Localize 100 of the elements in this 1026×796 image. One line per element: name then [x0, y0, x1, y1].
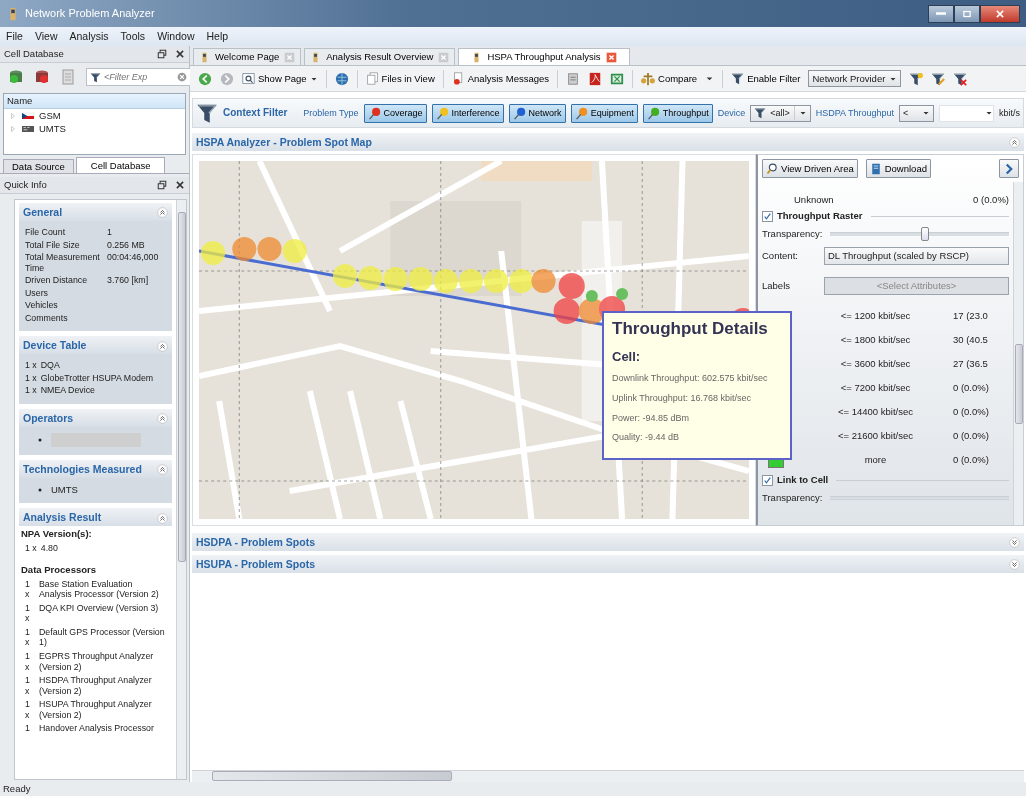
- expand-panel-button[interactable]: [999, 159, 1019, 178]
- processor-name: HSUPA Throughput Analyzer (Version 2): [39, 699, 153, 721]
- legend-label: <= 3600 kbit/sec: [840, 358, 911, 370]
- field-label: Transparency:: [762, 228, 823, 240]
- field-label: Total Measurement Time: [25, 252, 101, 274]
- layer-label: Unknown: [794, 194, 834, 206]
- filter-edit-icon[interactable]: [931, 71, 946, 86]
- field-label: Users: [25, 287, 49, 299]
- pdf-icon[interactable]: [588, 71, 603, 86]
- minimize-button[interactable]: [928, 4, 954, 23]
- count-text: 0 (0.0%): [953, 430, 990, 442]
- scrollbar[interactable]: [192, 770, 1024, 782]
- toggle-button[interactable]: Interference: [431, 103, 504, 123]
- collapse-icon[interactable]: [157, 413, 168, 425]
- toggle-button[interactable]: Network: [508, 103, 566, 123]
- enable-filter-button[interactable]: Enable Filter: [731, 72, 801, 85]
- database-add-icon[interactable]: [8, 69, 24, 85]
- collapse-icon[interactable]: [157, 207, 168, 219]
- spreadsheet-icon[interactable]: [610, 71, 625, 86]
- count-label: 1 x: [25, 360, 37, 371]
- funnel-icon: [754, 107, 767, 119]
- toggle-button[interactable]: Coverage: [363, 103, 427, 123]
- close-button[interactable]: [980, 4, 1020, 23]
- field-label: Content:: [762, 250, 798, 262]
- files-in-view-button[interactable]: Files in View: [365, 72, 435, 85]
- minimize-icon: [936, 12, 946, 15]
- dropdown-arrow-icon[interactable]: [705, 74, 715, 83]
- tab[interactable]: Welcome Page: [193, 48, 302, 65]
- app-icon: [199, 50, 210, 64]
- compare-button[interactable]: Compare: [641, 71, 698, 86]
- close-icon[interactable]: [175, 180, 185, 190]
- expand-icon[interactable]: [1009, 559, 1020, 571]
- legend-label: <= 21600 kbit/sec: [838, 430, 913, 442]
- collapse-icon[interactable]: [1009, 137, 1020, 149]
- toggle-button[interactable]: Throughput: [642, 103, 713, 123]
- show-page-button[interactable]: Show Page: [242, 72, 318, 85]
- magnifier-icon: [242, 72, 255, 85]
- expand-icon[interactable]: [1009, 537, 1020, 549]
- count-text: 0 (0.0%): [953, 406, 990, 418]
- tooltip-text: Quality: -9.44 dB: [612, 432, 681, 444]
- clear-icon[interactable]: [177, 72, 187, 82]
- count-label: 1 x: [25, 626, 31, 648]
- collapse-icon[interactable]: [157, 464, 168, 476]
- menu-item[interactable]: Window: [157, 30, 195, 43]
- scrollbar[interactable]: [176, 200, 186, 779]
- close-icon[interactable]: [175, 49, 185, 59]
- back-icon[interactable]: [198, 71, 212, 86]
- maximize-button[interactable]: [954, 4, 980, 23]
- globe-icon[interactable]: [334, 71, 349, 86]
- view-driven-area-button[interactable]: View Driven Area: [762, 159, 858, 178]
- collapse-icon[interactable]: [157, 512, 168, 524]
- analysis-messages-button[interactable]: Analysis Messages: [451, 72, 550, 85]
- menu-item[interactable]: View: [34, 30, 58, 43]
- tab-close-icon[interactable]: [605, 51, 617, 63]
- menu-item[interactable]: Help: [206, 30, 229, 43]
- toggle-button[interactable]: Equipment: [570, 103, 638, 123]
- filter-field[interactable]: <Filter Exp: [86, 68, 191, 86]
- field-label: Transparency:: [762, 492, 823, 504]
- legend-label: <= 1200 kbit/sec: [840, 310, 911, 322]
- tab[interactable]: Data Source: [3, 158, 74, 173]
- checkbox[interactable]: [762, 210, 773, 222]
- filter-add-icon[interactable]: [909, 71, 924, 86]
- tab[interactable]: HSPA Throughput Analysis: [458, 48, 630, 65]
- scrollbar[interactable]: [1013, 182, 1023, 525]
- tab[interactable]: Analysis Result Overview: [304, 48, 456, 65]
- funnel-icon: [196, 102, 218, 124]
- processor-name: Default GPS Processor (Version 1): [39, 626, 166, 648]
- section-title: Operators: [23, 411, 74, 425]
- device-dropdown[interactable]: <all>: [750, 104, 811, 122]
- throughput-field[interactable]: [938, 104, 994, 122]
- column-header[interactable]: Name: [4, 94, 185, 109]
- maximize-icon: [962, 8, 972, 19]
- documents-icon: [365, 72, 379, 85]
- download-button[interactable]: Download: [865, 159, 931, 178]
- field-value: 1: [107, 227, 113, 238]
- dropdown[interactable]: DL Throughput (scaled by RSCP): [824, 247, 1009, 265]
- tree-item[interactable]: GSM: [39, 109, 61, 122]
- menu-item[interactable]: File: [6, 30, 23, 43]
- device-name: DQA: [40, 360, 60, 371]
- field-label: File Count: [25, 227, 67, 238]
- tab[interactable]: Cell Database: [75, 156, 166, 173]
- collapse-icon[interactable]: [157, 340, 168, 352]
- slider-thumb[interactable]: [921, 227, 930, 241]
- tree-item[interactable]: UMTS: [39, 122, 66, 135]
- operator-dropdown[interactable]: <: [898, 104, 934, 122]
- menu-item[interactable]: Analysis: [69, 30, 109, 43]
- count-label: 1 x: [25, 578, 31, 600]
- filter-remove-icon[interactable]: [953, 71, 968, 86]
- checkbox[interactable]: [762, 474, 773, 486]
- field-label: Vehicles: [25, 300, 59, 311]
- menu-item[interactable]: Tools: [120, 30, 146, 43]
- printer-icon[interactable]: [566, 71, 581, 86]
- processor-name: Base Station Evaluation Analysis Processor (Version 2): [39, 578, 160, 600]
- float-icon[interactable]: [157, 180, 167, 190]
- count-text: 27 (36.5: [953, 358, 989, 370]
- magnifier-icon: [766, 162, 778, 175]
- provider-dropdown[interactable]: Network Provider: [808, 70, 902, 87]
- compare-icon: [641, 71, 656, 86]
- float-icon[interactable]: [157, 49, 167, 59]
- database-remove-icon[interactable]: [34, 69, 50, 85]
